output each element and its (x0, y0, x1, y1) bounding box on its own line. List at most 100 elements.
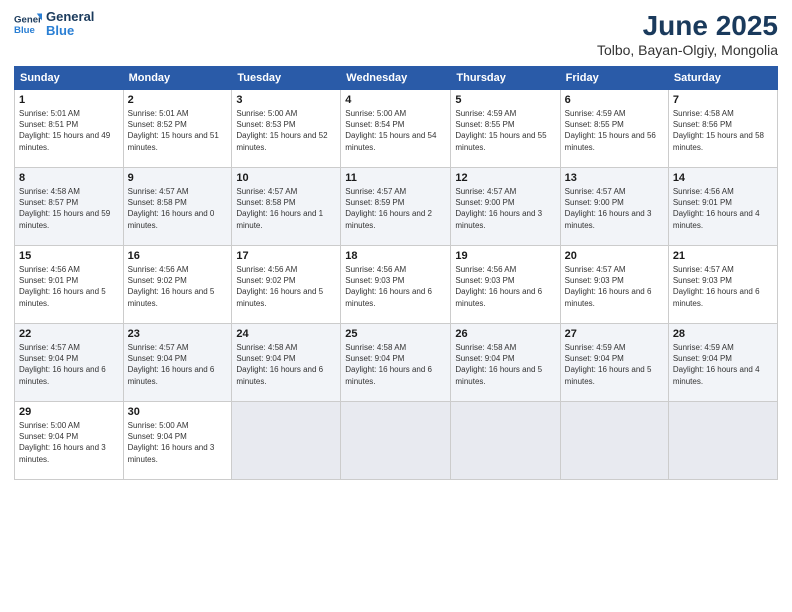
day-number: 3 (236, 94, 336, 106)
col-sunday: Sunday (15, 67, 124, 90)
day-info: Sunrise: 4:57 AMSunset: 9:03 PMDaylight:… (673, 264, 773, 309)
day-number: 17 (236, 250, 336, 262)
calendar-cell (341, 402, 451, 480)
day-info: Sunrise: 4:59 AMSunset: 9:04 PMDaylight:… (673, 342, 773, 387)
day-info: Sunrise: 4:56 AMSunset: 9:02 PMDaylight:… (236, 264, 336, 309)
logo: General Blue General Blue (14, 10, 94, 39)
day-info: Sunrise: 5:01 AMSunset: 8:51 PMDaylight:… (19, 108, 119, 153)
col-friday: Friday (560, 67, 668, 90)
calendar-week-1: 8 Sunrise: 4:58 AMSunset: 8:57 PMDaylight… (15, 168, 778, 246)
day-number: 24 (236, 328, 336, 340)
day-info: Sunrise: 4:58 AMSunset: 8:56 PMDaylight:… (673, 108, 773, 153)
calendar-cell: 23 Sunrise: 4:57 AMSunset: 9:04 PMDayligh… (123, 324, 232, 402)
logo-line2: Blue (46, 24, 94, 38)
calendar-cell: 7 Sunrise: 4:58 AMSunset: 8:56 PMDaylight… (668, 90, 777, 168)
day-number: 14 (673, 172, 773, 184)
logo-icon: General Blue (14, 10, 42, 38)
col-saturday: Saturday (668, 67, 777, 90)
day-info: Sunrise: 4:57 AMSunset: 8:59 PMDaylight:… (345, 186, 446, 231)
day-number: 16 (128, 250, 228, 262)
calendar-cell: 4 Sunrise: 5:00 AMSunset: 8:54 PMDaylight… (341, 90, 451, 168)
calendar-cell (232, 402, 341, 480)
calendar-cell: 11 Sunrise: 4:57 AMSunset: 8:59 PMDayligh… (341, 168, 451, 246)
day-info: Sunrise: 4:56 AMSunset: 9:01 PMDaylight:… (19, 264, 119, 309)
calendar-cell: 1 Sunrise: 5:01 AMSunset: 8:51 PMDaylight… (15, 90, 124, 168)
day-number: 29 (19, 406, 119, 418)
calendar-week-0: 1 Sunrise: 5:01 AMSunset: 8:51 PMDaylight… (15, 90, 778, 168)
day-number: 9 (128, 172, 228, 184)
svg-text:Blue: Blue (14, 25, 35, 36)
day-info: Sunrise: 4:57 AMSunset: 9:00 PMDaylight:… (455, 186, 555, 231)
col-thursday: Thursday (451, 67, 560, 90)
col-wednesday: Wednesday (341, 67, 451, 90)
day-number: 11 (345, 172, 446, 184)
header: General Blue General Blue June 2025 Tolb… (14, 10, 778, 58)
calendar-cell: 26Sunrise: 4:58 AMSunset: 9:04 PMDayligh… (451, 324, 560, 402)
day-number: 23 (128, 328, 228, 340)
col-monday: Monday (123, 67, 232, 90)
col-tuesday: Tuesday (232, 67, 341, 90)
day-number: 10 (236, 172, 336, 184)
day-info: Sunrise: 4:56 AMSunset: 9:03 PMDaylight:… (455, 264, 555, 309)
calendar-cell: 18Sunrise: 4:56 AMSunset: 9:03 PMDayligh… (341, 246, 451, 324)
calendar-cell: 27 Sunrise: 4:59 AMSunset: 9:04 PMDayligh… (560, 324, 668, 402)
calendar-cell: 30 Sunrise: 5:00 AMSunset: 9:04 PMDayligh… (123, 402, 232, 480)
title-area: June 2025 Tolbo, Bayan-Olgiy, Mongolia (597, 10, 778, 58)
calendar-cell: 5 Sunrise: 4:59 AMSunset: 8:55 PMDaylight… (451, 90, 560, 168)
day-number: 30 (128, 406, 228, 418)
day-number: 27 (565, 328, 664, 340)
day-number: 20 (565, 250, 664, 262)
calendar-cell: 25 Sunrise: 4:58 AMSunset: 9:04 PMDayligh… (341, 324, 451, 402)
day-info: Sunrise: 4:57 AMSunset: 9:00 PMDaylight:… (565, 186, 664, 231)
header-row: Sunday Monday Tuesday Wednesday Thursday… (15, 67, 778, 90)
day-info: Sunrise: 4:58 AMSunset: 9:04 PMDaylight:… (236, 342, 336, 387)
day-info: Sunrise: 5:00 AMSunset: 9:04 PMDaylight:… (128, 420, 228, 465)
calendar-cell (560, 402, 668, 480)
day-info: Sunrise: 5:00 AMSunset: 9:04 PMDaylight:… (19, 420, 119, 465)
calendar-cell: 12 Sunrise: 4:57 AMSunset: 9:00 PMDayligh… (451, 168, 560, 246)
day-number: 8 (19, 172, 119, 184)
day-number: 19 (455, 250, 555, 262)
day-number: 7 (673, 94, 773, 106)
month-title: June 2025 (597, 10, 778, 42)
day-number: 15 (19, 250, 119, 262)
calendar-cell: 8 Sunrise: 4:58 AMSunset: 8:57 PMDaylight… (15, 168, 124, 246)
logo-line1: General (46, 10, 94, 24)
day-info: Sunrise: 4:57 AMSunset: 8:58 PMDaylight:… (236, 186, 336, 231)
day-info: Sunrise: 4:59 AMSunset: 8:55 PMDaylight:… (455, 108, 555, 153)
day-info: Sunrise: 4:58 AMSunset: 8:57 PMDaylight:… (19, 186, 119, 231)
day-info: Sunrise: 4:57 AMSunset: 9:03 PMDaylight:… (565, 264, 664, 309)
day-info: Sunrise: 5:00 AMSunset: 8:53 PMDaylight:… (236, 108, 336, 153)
day-info: Sunrise: 4:59 AMSunset: 9:04 PMDaylight:… (565, 342, 664, 387)
day-info: Sunrise: 4:57 AMSunset: 8:58 PMDaylight:… (128, 186, 228, 231)
day-info: Sunrise: 4:57 AMSunset: 9:04 PMDaylight:… (128, 342, 228, 387)
calendar-cell: 28 Sunrise: 4:59 AMSunset: 9:04 PMDayligh… (668, 324, 777, 402)
calendar-cell: 3 Sunrise: 5:00 AMSunset: 8:53 PMDaylight… (232, 90, 341, 168)
day-info: Sunrise: 4:58 AMSunset: 9:04 PMDaylight:… (345, 342, 446, 387)
day-number: 1 (19, 94, 119, 106)
day-info: Sunrise: 4:57 AMSunset: 9:04 PMDaylight:… (19, 342, 119, 387)
day-number: 18 (345, 250, 446, 262)
calendar-cell: 9 Sunrise: 4:57 AMSunset: 8:58 PMDaylight… (123, 168, 232, 246)
day-number: 21 (673, 250, 773, 262)
calendar-cell: 29 Sunrise: 5:00 AMSunset: 9:04 PMDayligh… (15, 402, 124, 480)
calendar-table: Sunday Monday Tuesday Wednesday Thursday… (14, 66, 778, 480)
day-number: 5 (455, 94, 555, 106)
calendar-cell: 20 Sunrise: 4:57 AMSunset: 9:03 PMDayligh… (560, 246, 668, 324)
day-number: 26 (455, 328, 555, 340)
day-number: 13 (565, 172, 664, 184)
calendar-week-4: 29 Sunrise: 5:00 AMSunset: 9:04 PMDayligh… (15, 402, 778, 480)
day-number: 22 (19, 328, 119, 340)
calendar-cell: 21 Sunrise: 4:57 AMSunset: 9:03 PMDayligh… (668, 246, 777, 324)
day-info: Sunrise: 5:00 AMSunset: 8:54 PMDaylight:… (345, 108, 446, 153)
calendar-cell: 6Sunrise: 4:59 AMSunset: 8:55 PMDaylight… (560, 90, 668, 168)
day-number: 4 (345, 94, 446, 106)
day-number: 28 (673, 328, 773, 340)
calendar-cell: 16Sunrise: 4:56 AMSunset: 9:02 PMDayligh… (123, 246, 232, 324)
day-info: Sunrise: 4:59 AMSunset: 8:55 PMDaylight:… (565, 108, 664, 153)
page: General Blue General Blue June 2025 Tolb… (0, 0, 792, 612)
day-number: 12 (455, 172, 555, 184)
calendar-cell: 19 Sunrise: 4:56 AMSunset: 9:03 PMDayligh… (451, 246, 560, 324)
day-number: 25 (345, 328, 446, 340)
calendar-cell: 2Sunrise: 5:01 AMSunset: 8:52 PMDaylight… (123, 90, 232, 168)
